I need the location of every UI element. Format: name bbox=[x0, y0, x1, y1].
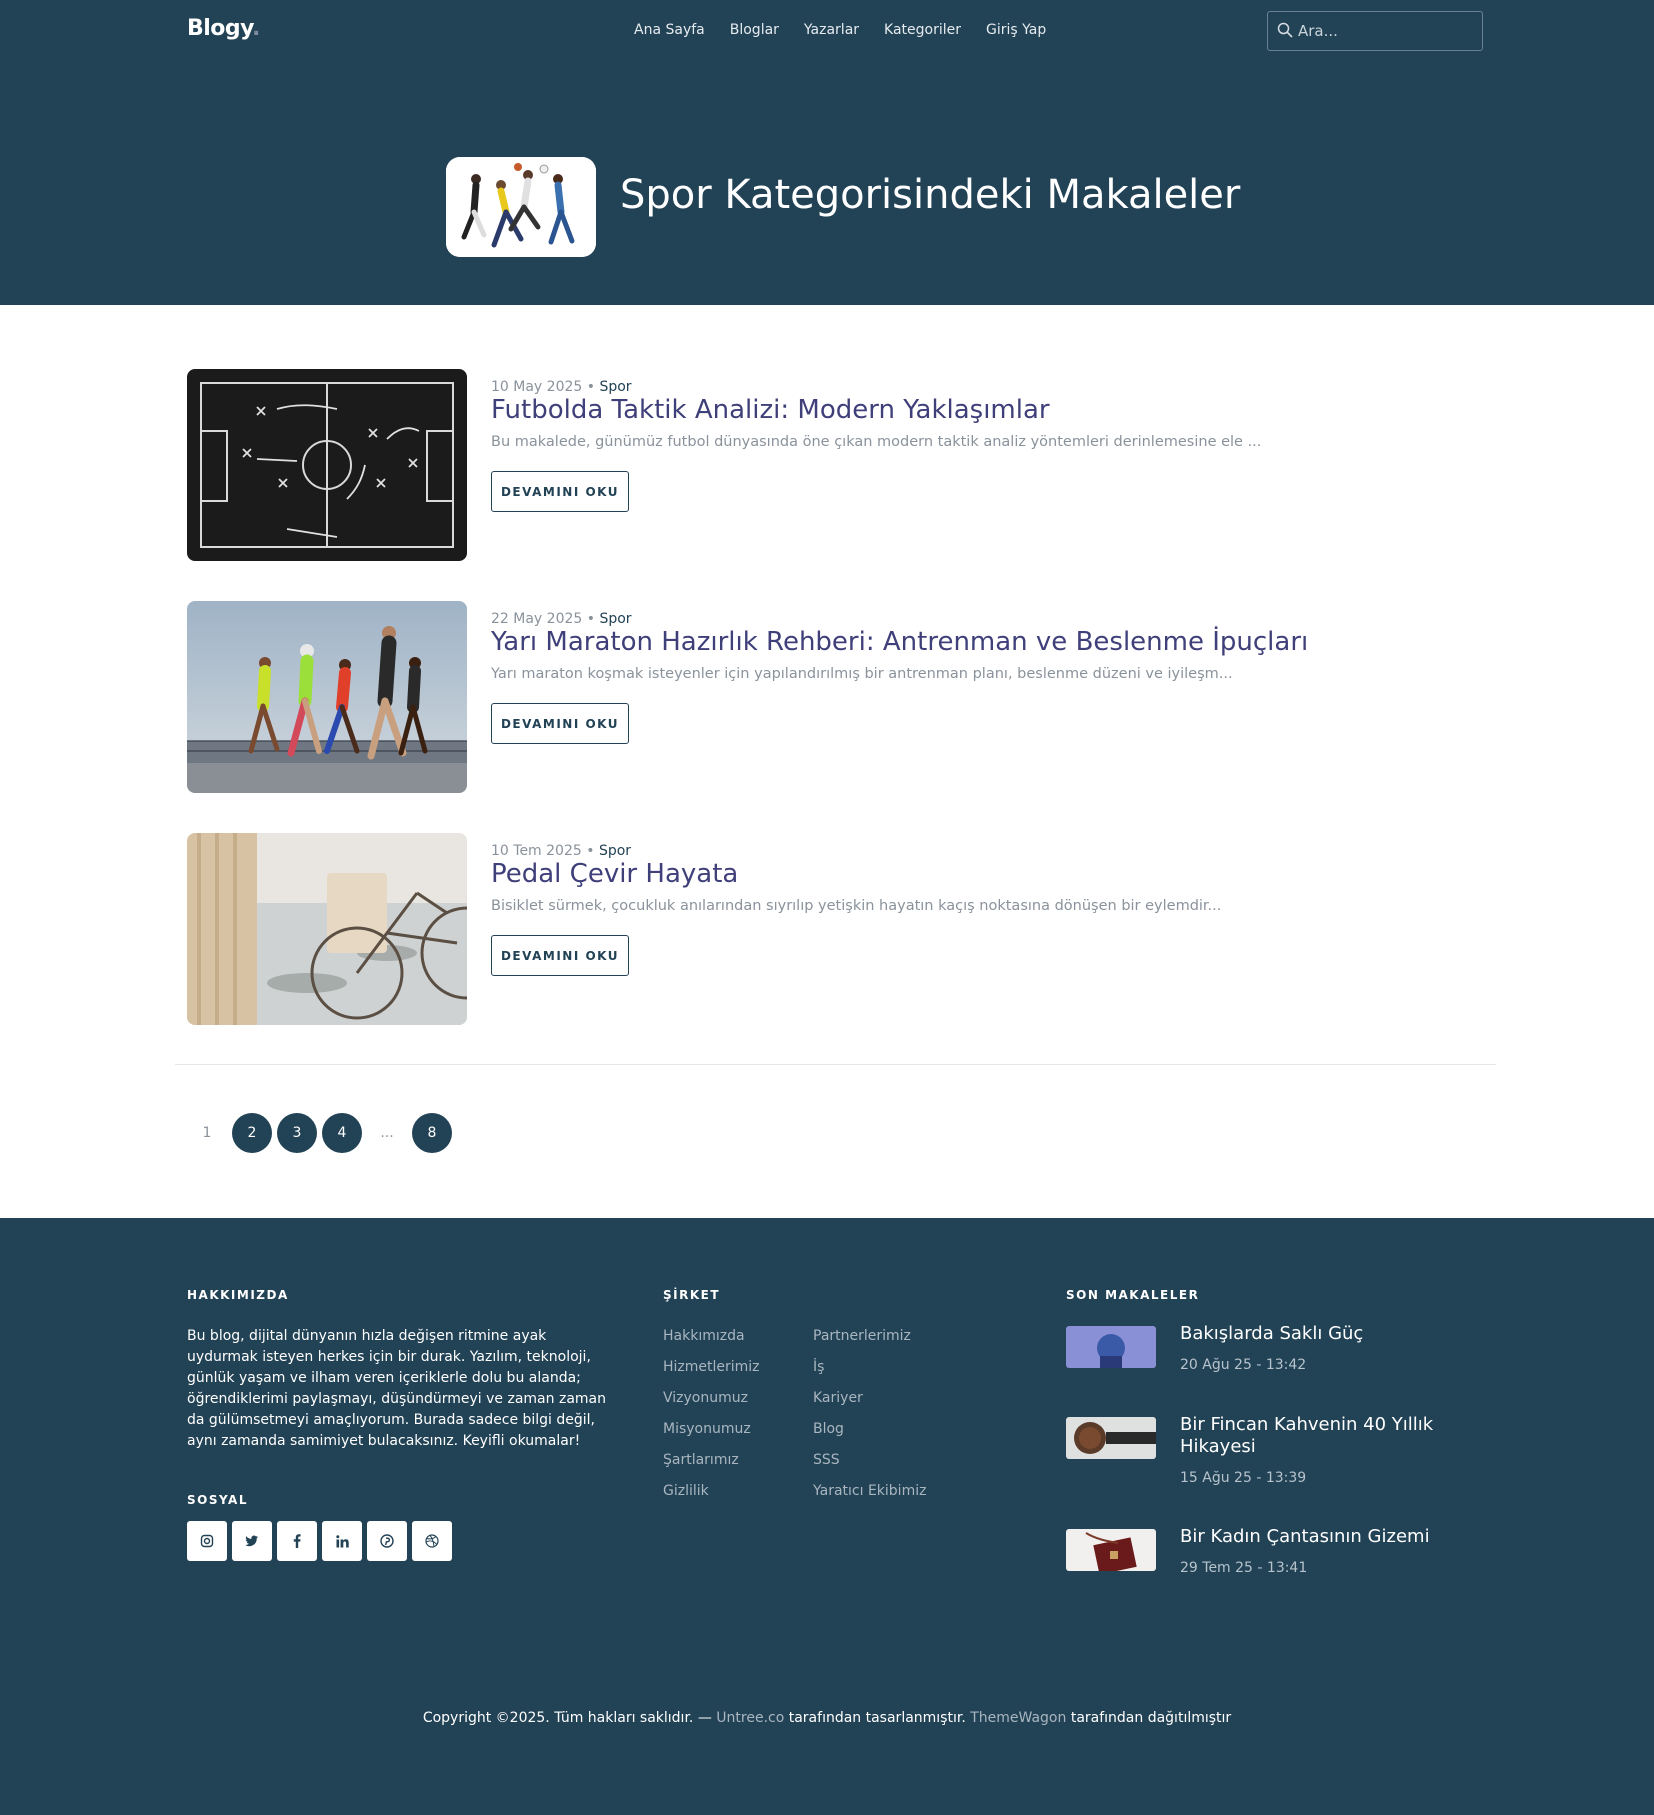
recent-post-thumbnail[interactable] bbox=[1066, 1529, 1156, 1571]
footer-link-mission[interactable]: Misyonumuz bbox=[663, 1419, 760, 1440]
page-current: 1 bbox=[202, 1125, 212, 1141]
article-card: 10 May 2025 • Spor Futbolda Taktik Anali… bbox=[187, 369, 1487, 561]
page-link-last[interactable]: 8 bbox=[412, 1113, 452, 1153]
nav-item-authors[interactable]: Yazarlar bbox=[804, 22, 859, 38]
article-image-bicycle[interactable] bbox=[187, 833, 467, 1025]
page-link[interactable]: 2 bbox=[232, 1113, 272, 1153]
recent-post-date: 20 Ağu 25 - 13:42 bbox=[1180, 1357, 1307, 1373]
footer-link-faq[interactable]: SSS bbox=[813, 1450, 926, 1471]
search-icon bbox=[1277, 22, 1293, 38]
nav-item-categories[interactable]: Kategoriler bbox=[884, 22, 961, 38]
copyright: Copyright ©2025. Tüm hakları saklıdır. —… bbox=[0, 1710, 1654, 1726]
footer-link-team[interactable]: Yaratıcı Ekibimiz bbox=[813, 1481, 926, 1502]
article-title[interactable]: Pedal Çevir Hayata bbox=[491, 859, 738, 889]
article-category[interactable]: Spor bbox=[599, 379, 631, 395]
recent-heading: SON MAKALELER bbox=[1066, 1288, 1200, 1302]
category-image-sports bbox=[446, 157, 596, 257]
meta-separator: • bbox=[582, 379, 600, 395]
facebook-icon[interactable] bbox=[277, 1521, 317, 1561]
article-date: 10 Tem 2025 bbox=[491, 843, 582, 859]
copyright-suffix: tarafından dağıtılmıştır bbox=[1066, 1710, 1232, 1726]
divider bbox=[175, 1064, 1496, 1065]
page-title: Spor Kategorisindeki Makaleler bbox=[620, 172, 1241, 218]
article-meta: 10 Tem 2025 • Spor bbox=[491, 843, 631, 859]
about-text: Bu blog, dijital dünyanın hızla değişen … bbox=[187, 1328, 606, 1449]
footer-link-business[interactable]: İş bbox=[813, 1357, 926, 1378]
article-meta: 10 May 2025 • Spor bbox=[491, 379, 632, 395]
nav-item-home[interactable]: Ana Sayfa bbox=[634, 22, 705, 38]
social-links bbox=[187, 1521, 452, 1561]
footer-link-vision[interactable]: Vizyonumuz bbox=[663, 1388, 760, 1409]
footer-link-terms[interactable]: Şartlarımız bbox=[663, 1450, 760, 1471]
recent-post-thumbnail[interactable] bbox=[1066, 1326, 1156, 1368]
meta-separator: • bbox=[582, 611, 600, 627]
social-heading: SOSYAL bbox=[187, 1493, 248, 1507]
read-more-button[interactable]: DEVAMINI OKU bbox=[491, 703, 629, 744]
copyright-mid: tarafından tasarlanmıştır. bbox=[784, 1710, 971, 1726]
recent-post-date: 29 Tem 25 - 13:41 bbox=[1180, 1560, 1308, 1576]
company-heading: ŞİRKET bbox=[663, 1288, 721, 1302]
recent-post-thumbnail[interactable] bbox=[1066, 1417, 1156, 1459]
article-date: 10 May 2025 bbox=[491, 379, 583, 395]
brand-name: Blogy bbox=[187, 16, 253, 41]
recent-post-title[interactable]: Bir Fincan Kahvenin 40 Yıllık Hikayesi bbox=[1180, 1414, 1460, 1458]
copyright-prefix: Copyright ©2025. Tüm hakları saklıdır. — bbox=[422, 1710, 717, 1726]
pagination: 1 2 3 4 ... 8 bbox=[187, 1113, 452, 1153]
twitter-icon[interactable] bbox=[232, 1521, 272, 1561]
article-card: 10 Tem 2025 • Spor Pedal Çevir Hayata Bi… bbox=[187, 833, 1487, 1025]
recent-post-title[interactable]: Bakışlarda Saklı Güç bbox=[1180, 1323, 1460, 1345]
footer-link-about[interactable]: Hakkımızda bbox=[663, 1326, 760, 1347]
pinterest-icon[interactable] bbox=[367, 1521, 407, 1561]
page-ellipsis: ... bbox=[380, 1125, 394, 1141]
article-image-tactics[interactable] bbox=[187, 369, 467, 561]
page-link[interactable]: 4 bbox=[322, 1113, 362, 1153]
company-links-col1: Hakkımızda Hizmetlerimiz Vizyonumuz Misy… bbox=[663, 1326, 760, 1502]
instagram-icon[interactable] bbox=[187, 1521, 227, 1561]
article-excerpt: Yarı maraton koşmak isteyenler için yapı… bbox=[491, 666, 1233, 682]
designer-link[interactable]: Untree.co bbox=[716, 1710, 784, 1726]
article-card: 22 May 2025 • Spor Yarı Maraton Hazırlık… bbox=[187, 601, 1487, 793]
linkedin-icon[interactable] bbox=[322, 1521, 362, 1561]
article-title[interactable]: Yarı Maraton Hazırlık Rehberi: Antrenman… bbox=[491, 627, 1308, 657]
footer-link-career[interactable]: Kariyer bbox=[813, 1388, 926, 1409]
search-box bbox=[1267, 11, 1483, 51]
footer-link-services[interactable]: Hizmetlerimiz bbox=[663, 1357, 760, 1378]
article-excerpt: Bisiklet sürmek, çocukluk anılarından sı… bbox=[491, 898, 1222, 914]
article-category[interactable]: Spor bbox=[599, 843, 631, 859]
brand-dot: . bbox=[252, 16, 260, 41]
nav-item-blogs[interactable]: Bloglar bbox=[730, 22, 779, 38]
search-input[interactable] bbox=[1298, 20, 1478, 42]
footer-link-blog[interactable]: Blog bbox=[813, 1419, 926, 1440]
recent-post-date: 15 Ağu 25 - 13:39 bbox=[1180, 1470, 1307, 1486]
about-heading: HAKKIMIZDA bbox=[187, 1288, 289, 1302]
footer-link-privacy[interactable]: Gizlilik bbox=[663, 1481, 760, 1502]
distributor-link[interactable]: ThemeWagon bbox=[970, 1710, 1066, 1726]
read-more-button[interactable]: DEVAMINI OKU bbox=[491, 935, 629, 976]
site-header: Blogy. Ana Sayfa Bloglar Yazarlar Katego… bbox=[0, 0, 1654, 305]
company-links-col2: Partnerlerimiz İş Kariyer Blog SSS Yarat… bbox=[813, 1326, 926, 1502]
page-link[interactable]: 3 bbox=[277, 1113, 317, 1153]
brand-logo[interactable]: Blogy. bbox=[187, 16, 260, 41]
article-meta: 22 May 2025 • Spor bbox=[491, 611, 632, 627]
dribbble-icon[interactable] bbox=[412, 1521, 452, 1561]
article-title[interactable]: Futbolda Taktik Analizi: Modern Yaklaşım… bbox=[491, 395, 1050, 425]
main-nav: Ana Sayfa Bloglar Yazarlar Kategoriler G… bbox=[634, 22, 1046, 38]
article-date: 22 May 2025 bbox=[491, 611, 583, 627]
article-category[interactable]: Spor bbox=[599, 611, 631, 627]
site-footer: HAKKIMIZDA Bu blog, dijital dünyanın hız… bbox=[0, 1218, 1654, 1815]
meta-separator: • bbox=[581, 843, 599, 859]
recent-post-title[interactable]: Bir Kadın Çantasının Gizemi bbox=[1180, 1526, 1460, 1548]
article-image-marathon[interactable] bbox=[187, 601, 467, 793]
footer-link-partners[interactable]: Partnerlerimiz bbox=[813, 1326, 926, 1347]
article-excerpt: Bu makalede, günümüz futbol dünyasında ö… bbox=[491, 434, 1262, 450]
read-more-button[interactable]: DEVAMINI OKU bbox=[491, 471, 629, 512]
nav-item-login[interactable]: Giriş Yap bbox=[986, 22, 1046, 38]
